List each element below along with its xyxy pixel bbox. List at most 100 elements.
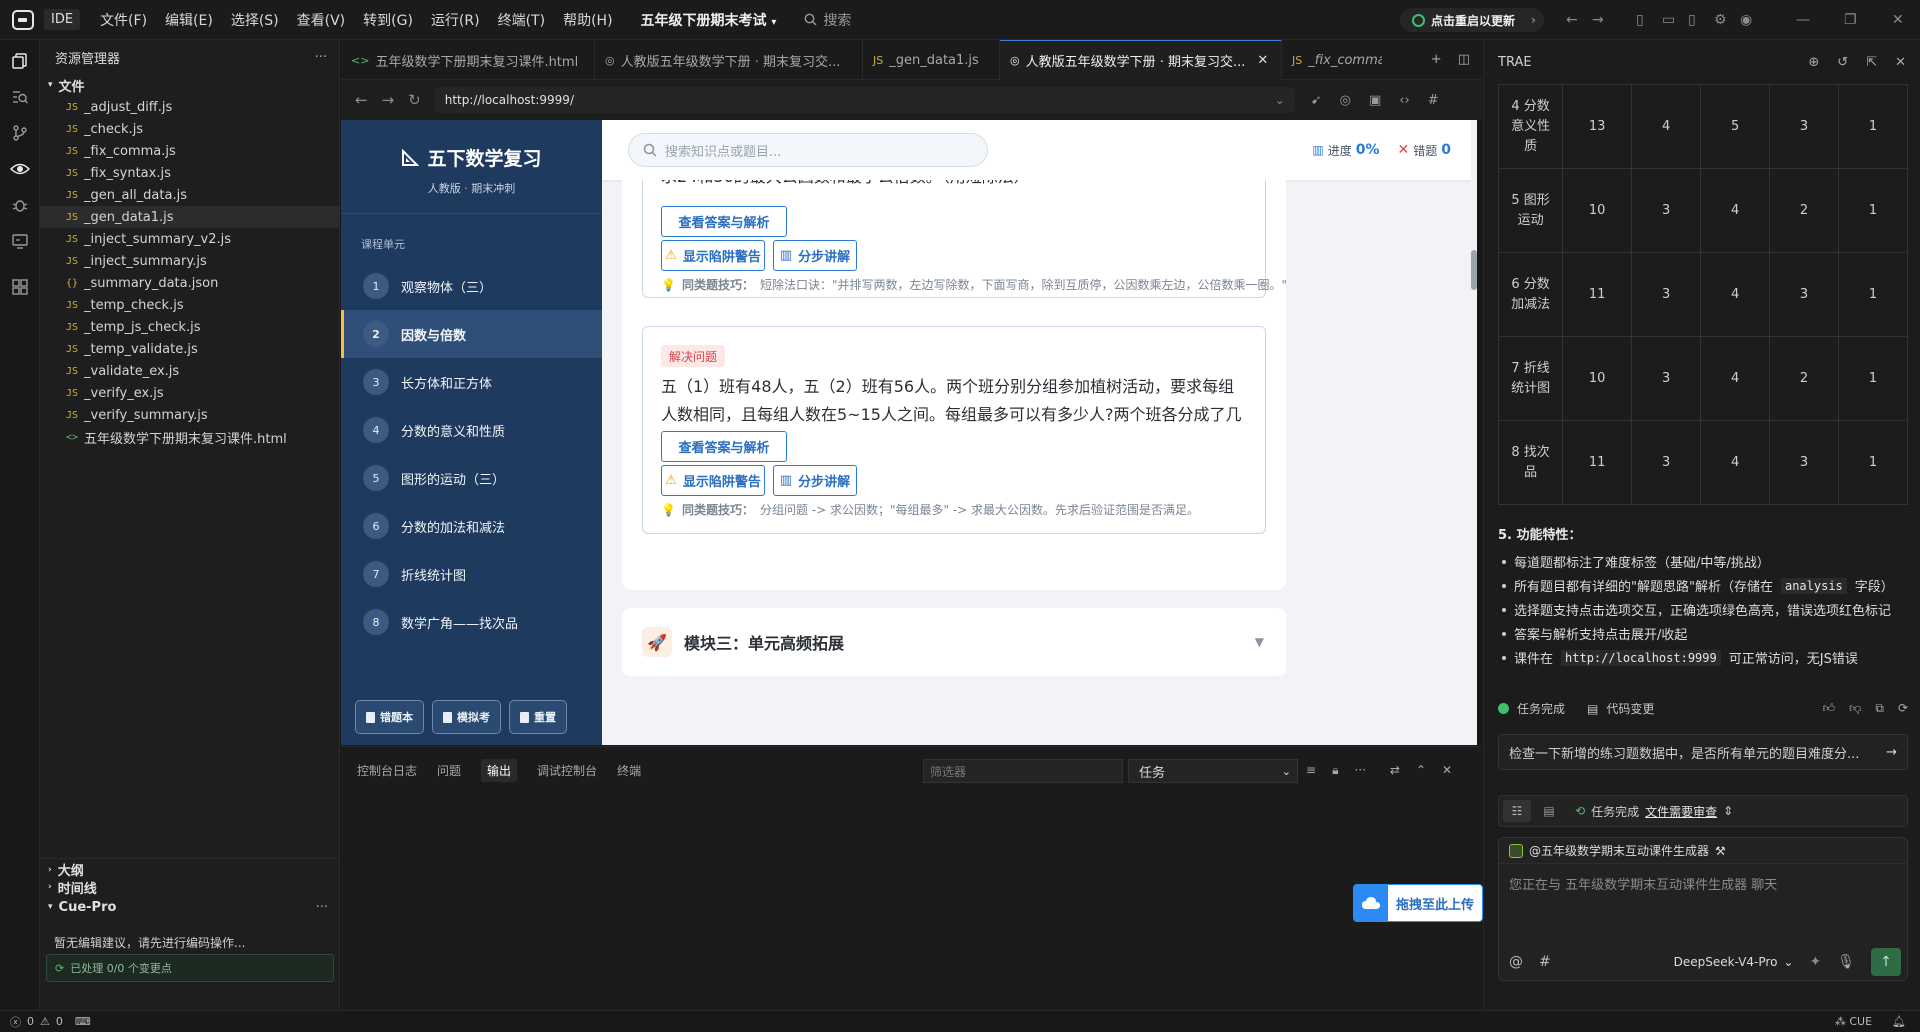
- new-chat-icon[interactable]: ⊕: [1808, 55, 1819, 70]
- regenerate-icon[interactable]: ⟳: [1898, 701, 1908, 716]
- open-external-icon[interactable]: ⇱: [1866, 55, 1877, 70]
- clear-output-icon[interactable]: ≡: [1306, 763, 1316, 778]
- search-files-icon[interactable]: [9, 86, 31, 108]
- file-item[interactable]: JS _inject_summary.js: [40, 250, 339, 272]
- show-trap-warning-button[interactable]: ⚠ 显示陷阱警告: [661, 465, 765, 496]
- mock-exam-button[interactable]: 模拟考: [432, 700, 501, 734]
- chevron-down-icon[interactable]: ▼: [1255, 635, 1264, 649]
- more-actions-icon[interactable]: ···: [1354, 763, 1365, 778]
- toggle-sidebar-icon[interactable]: ▯: [1636, 12, 1644, 28]
- panel-tab-problems[interactable]: 问题: [437, 759, 461, 782]
- suggested-question[interactable]: 检查一下新增的练习题数据中，是否所有单元的题目难度分... →: [1498, 734, 1908, 770]
- drag-upload-widget[interactable]: 拖拽至此上传: [1353, 884, 1483, 922]
- thumbs-down-icon[interactable]: 👎︎: [1849, 701, 1861, 716]
- menu-goto[interactable]: 转到(G): [363, 10, 413, 30]
- more-actions-icon[interactable]: ···: [315, 50, 327, 65]
- forward-arrow-icon[interactable]: →: [1592, 12, 1604, 28]
- ide-badge[interactable]: IDE: [44, 9, 81, 30]
- remote-monitor-icon[interactable]: [9, 230, 31, 252]
- chevron-down-icon[interactable]: ⌄: [1275, 93, 1285, 107]
- menu-run[interactable]: 运行(R): [431, 10, 480, 30]
- chat-input[interactable]: 您正在与 五年级数学期末互动课件生成器 聊天: [1509, 874, 1777, 893]
- settings-gear-icon[interactable]: ⚙: [1714, 12, 1727, 28]
- file-item[interactable]: JS _validate_ex.js: [40, 360, 339, 382]
- model-selector[interactable]: DeepSeek-V4-Pro ⌄: [1674, 955, 1794, 969]
- course-search-input[interactable]: 搜索知识点或题目...: [628, 133, 988, 167]
- inspect-icon[interactable]: ◎: [1340, 93, 1351, 108]
- minimize-icon[interactable]: —: [1796, 12, 1810, 28]
- unit-item-5[interactable]: 5 图形的运动（三）: [341, 454, 602, 502]
- file-item[interactable]: JS _fix_comma.js: [40, 140, 339, 162]
- unit-item-4[interactable]: 4 分数的意义和性质: [341, 406, 602, 454]
- show-answer-button[interactable]: 查看答案与解析: [661, 206, 787, 237]
- step-explain-button[interactable]: ▥ 分步讲解: [773, 465, 857, 496]
- unit-item-1[interactable]: 1 观察物体（三）: [341, 262, 602, 310]
- file-item[interactable]: JS _temp_validate.js: [40, 338, 339, 360]
- preview-eye-icon[interactable]: [9, 158, 31, 180]
- output-filter-input[interactable]: 筛选器: [923, 759, 1123, 783]
- close-window-icon[interactable]: ✕: [1892, 12, 1904, 28]
- file-item[interactable]: JS _check.js: [40, 118, 339, 140]
- send-button[interactable]: ↑: [1871, 948, 1901, 976]
- panel-tab-output[interactable]: 输出: [481, 758, 518, 782]
- maximize-panel-icon[interactable]: ⌃: [1416, 763, 1426, 778]
- list-view-icon[interactable]: ☷: [1503, 800, 1531, 822]
- unit-item-8[interactable]: 8 数学广角——找次品: [341, 598, 602, 646]
- close-tab-icon[interactable]: ✕: [1257, 53, 1268, 68]
- tab-gen-data1[interactable]: JS _gen_data1.js: [863, 40, 1000, 80]
- unit-item-7[interactable]: 7 折线统计图: [341, 550, 602, 598]
- command-search[interactable]: 搜索: [804, 10, 851, 30]
- more-actions-icon[interactable]: ···: [316, 900, 328, 915]
- url-bar[interactable]: http://localhost:9999/ ⌄: [434, 87, 1295, 113]
- timeline-section[interactable]: › 时间线: [40, 876, 340, 898]
- file-item[interactable]: JS _inject_summary_v2.js: [40, 228, 339, 250]
- notification-bell-icon[interactable]: 🔔︎: [1892, 1015, 1906, 1028]
- folder-root[interactable]: ▾ 文件: [40, 74, 339, 96]
- file-item[interactable]: JS _gen_all_data.js: [40, 184, 339, 206]
- file-item[interactable]: JS _fix_syntax.js: [40, 162, 339, 184]
- show-answer-button[interactable]: 查看答案与解析: [661, 431, 787, 462]
- back-arrow-icon[interactable]: ←: [1566, 12, 1578, 28]
- thumbs-up-icon[interactable]: 👍︎: [1823, 701, 1836, 716]
- close-panel-icon[interactable]: ✕: [1895, 55, 1906, 70]
- account-icon[interactable]: ◉: [1740, 12, 1752, 28]
- browser-reload-icon[interactable]: ↻: [408, 91, 421, 109]
- extensions-icon[interactable]: [9, 276, 31, 298]
- reset-button[interactable]: 重置: [509, 700, 567, 734]
- toggle-aux-bar-icon[interactable]: ▯: [1688, 12, 1696, 28]
- browser-forward-icon[interactable]: →: [382, 91, 395, 109]
- scrollbar-thumb[interactable]: [1471, 250, 1477, 290]
- unit-item-3[interactable]: 3 长方体和正方体: [341, 358, 602, 406]
- file-item[interactable]: JS _verify_summary.js: [40, 404, 339, 426]
- cue-status[interactable]: ⁂ CUE: [1835, 1015, 1872, 1028]
- maximize-icon[interactable]: ❐: [1844, 12, 1857, 28]
- file-view-icon[interactable]: ▤: [1535, 800, 1563, 822]
- file-item[interactable]: JS _adjust_diff.js: [40, 96, 339, 118]
- menu-terminal[interactable]: 终端(T): [498, 10, 545, 30]
- show-trap-warning-button[interactable]: ⚠ 显示陷阱警告: [661, 240, 765, 271]
- pointer-select-icon[interactable]: ➹: [1311, 93, 1322, 108]
- debug-bug-icon[interactable]: [9, 194, 31, 216]
- lock-icon[interactable]: 🔒︎: [1332, 763, 1338, 778]
- menu-edit[interactable]: 编辑(E): [165, 10, 213, 30]
- close-panel-icon[interactable]: ✕: [1442, 763, 1452, 778]
- tab-fix-comma[interactable]: JS _fix_comma.: [1282, 40, 1382, 80]
- hash-icon[interactable]: #: [1428, 93, 1439, 108]
- source-control-icon[interactable]: [9, 122, 31, 144]
- tab-preview-active[interactable]: ◎ 人教版五年级数学下册 · 期末复习交... ✕: [1000, 40, 1282, 80]
- agent-chip[interactable]: @五年级数学期末互动课件生成器 ⚒: [1499, 838, 1907, 864]
- unit-item-2-active[interactable]: 2 因数与倍数: [341, 310, 602, 358]
- sparkle-icon[interactable]: ✦: [1809, 954, 1821, 970]
- output-channel-select[interactable]: 任务 ⌄: [1128, 759, 1298, 783]
- file-item[interactable]: <> 五年级数学下册期末复习课件.html: [40, 426, 339, 448]
- browser-back-icon[interactable]: ←: [355, 91, 368, 109]
- copy-icon[interactable]: ⧉: [1875, 701, 1884, 716]
- unit-item-6[interactable]: 6 分数的加法和减法: [341, 502, 602, 550]
- split-editor-icon[interactable]: ◫: [1458, 52, 1470, 67]
- problems-status[interactable]: ⓧ 0 ⚠ 0 ⌨: [10, 1014, 91, 1030]
- history-icon[interactable]: ↺: [1837, 55, 1848, 70]
- hash-icon[interactable]: #: [1539, 954, 1551, 970]
- module-3-header[interactable]: 🚀 模块三：单元高频拓展 ▼: [622, 608, 1286, 676]
- review-status[interactable]: ⟲ 任务完成 文件需要审查 ⇕: [1575, 803, 1733, 820]
- panel-layout-icon[interactable]: ⇄: [1390, 763, 1400, 778]
